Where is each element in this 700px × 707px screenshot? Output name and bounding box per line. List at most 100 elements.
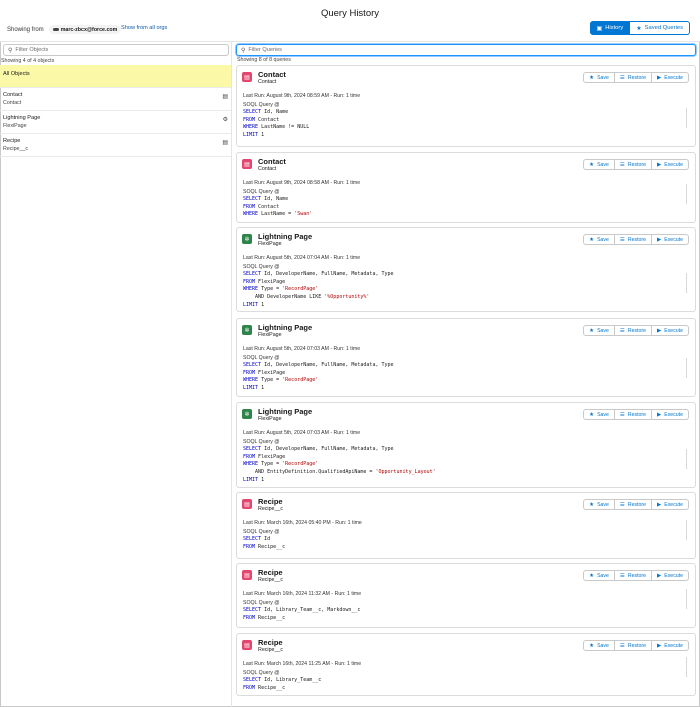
restore-label: Restore [627, 74, 647, 81]
object-item-contact[interactable]: Contact Contact ▤ [0, 88, 231, 111]
code-line: FROM Recipe__c [243, 685, 321, 693]
org-pill[interactable]: marc-zbcx@force.com [48, 25, 122, 34]
restore-button[interactable]: ☰ Restore [614, 234, 653, 245]
execute-button[interactable]: ▶ Execute [652, 72, 689, 83]
filter-objects-input[interactable]: ⚲ Filter Objects [3, 44, 229, 56]
save-label: Save [597, 501, 609, 508]
star-icon: ★ [589, 501, 595, 508]
restore-button[interactable]: ☰ Restore [614, 570, 653, 581]
execute-button[interactable]: ▶ Execute [652, 640, 689, 651]
restore-button[interactable]: ☰ Restore [614, 409, 653, 420]
code-line: FROM Recipe__c [243, 544, 285, 552]
object-panel: ⚲ Filter Objects Showing 4 of 4 objects … [0, 42, 232, 707]
show-all-orgs-link[interactable]: Show from all orgs [121, 25, 167, 31]
play-icon: ▶ [657, 501, 662, 508]
save-button[interactable]: ★ Save [583, 409, 615, 420]
object-item-all[interactable]: All Objects [0, 65, 231, 88]
object-api-name: Contact [3, 100, 22, 106]
query-actions: ★ Save ☰ Restore ▶ Execute [583, 325, 689, 336]
code-text: AND EntityDefinition.QualifiedApiName = [243, 469, 376, 476]
code-scrollbar[interactable] [686, 184, 687, 204]
execute-label: Execute [664, 411, 683, 418]
restore-button[interactable]: ☰ Restore [614, 499, 653, 510]
code-scrollbar[interactable] [686, 449, 687, 469]
object-item-lightning-page[interactable]: Lightning Page FlexiPage ⚙ [0, 111, 231, 134]
save-button[interactable]: ★ Save [583, 159, 615, 170]
code-scrollbar[interactable] [686, 273, 687, 293]
query-object-title: Recipe [258, 638, 283, 647]
code-scrollbar[interactable] [686, 520, 687, 540]
execute-button[interactable]: ▶ Execute [652, 499, 689, 510]
query-actions: ★ Save ☰ Restore ▶ Execute [583, 640, 689, 651]
execute-button[interactable]: ▶ Execute [652, 409, 689, 420]
code-string: 'Opportunity_Layout' [375, 469, 436, 476]
code-line: FROM Recipe__c [243, 615, 360, 623]
save-button[interactable]: ★ Save [583, 499, 615, 510]
save-label: Save [597, 74, 609, 81]
restore-button[interactable]: ☰ Restore [614, 72, 653, 83]
code-text: Id, DeveloperName, FullName, Metadata, T… [261, 271, 394, 277]
object-icon: ▤ [242, 640, 252, 650]
code-text: Id, Library_Team__c [261, 677, 322, 683]
code-scrollbar[interactable] [686, 108, 687, 128]
code-scrollbar[interactable] [686, 358, 687, 378]
restore-button[interactable]: ☰ Restore [614, 159, 653, 170]
lightning-page-icon: ✲ [242, 234, 252, 244]
code-scrollbar[interactable] [686, 657, 687, 677]
play-icon: ▶ [657, 74, 662, 81]
soql-code: SELECT Id, DeveloperName, FullName, Meta… [243, 446, 436, 485]
restore-label: Restore [627, 642, 647, 649]
soql-query-label: SOQL Query @ [243, 189, 280, 195]
save-button[interactable]: ★ Save [583, 72, 615, 83]
object-api-name: Recipe__c [3, 146, 29, 152]
object-api-name: FlexiPage [3, 123, 27, 129]
restore-button[interactable]: ☰ Restore [614, 640, 653, 651]
execute-label: Execute [664, 161, 683, 168]
view-toggle: ▣ History ★ Saved Queries [589, 21, 690, 35]
query-card: ▤ Contact Contact ★ Save ☰ Restore ▶ Execute Last… [236, 152, 696, 223]
last-run-text: Last Run: March 16th, 2024 11:32 AM - Ru… [243, 591, 362, 597]
header: Query History Showing from marc-zbcx@for… [0, 0, 700, 42]
code-line: LIMIT 1 [243, 132, 309, 140]
code-text: Contact [255, 203, 280, 210]
query-object-api: Contact [258, 79, 277, 85]
restore-button[interactable]: ☰ Restore [614, 325, 653, 336]
restore-label: Restore [627, 236, 647, 243]
execute-label: Execute [664, 572, 683, 579]
execute-label: Execute [664, 74, 683, 81]
soql-query-label: SOQL Query @ [243, 600, 280, 606]
code-line: LIMIT 1 [243, 477, 436, 485]
code-line: WHERE Type = 'RecordPage' [243, 286, 394, 294]
code-keyword: SELECT [243, 362, 262, 368]
save-button[interactable]: ★ Save [583, 570, 615, 581]
object-item-recipe[interactable]: Recipe Recipe__c ▤ [0, 134, 231, 157]
save-button[interactable]: ★ Save [583, 640, 615, 651]
execute-button[interactable]: ▶ Execute [652, 159, 689, 170]
query-object-title: Lightning Page [258, 407, 313, 416]
code-line: SELECT Id, Library_Team__c, Markdown__c [243, 607, 360, 615]
code-text: Type = [258, 461, 283, 468]
clipboard-icon: ▤ [222, 140, 228, 146]
object-icon: ▤ [242, 570, 252, 580]
filter-queries-placeholder: Filter Queries [248, 47, 282, 53]
code-keyword: SELECT [243, 109, 262, 115]
code-string: 'RecordPage' [282, 286, 319, 293]
execute-button[interactable]: ▶ Execute [652, 325, 689, 336]
code-scrollbar[interactable] [686, 589, 687, 609]
object-icon: ▤ [242, 72, 252, 82]
star-icon: ★ [589, 161, 595, 168]
save-button[interactable]: ★ Save [583, 325, 615, 336]
object-name: Contact [3, 92, 23, 98]
code-keyword: LIMIT [243, 301, 259, 308]
execute-button[interactable]: ▶ Execute [652, 570, 689, 581]
restore-label: Restore [627, 501, 647, 508]
save-button[interactable]: ★ Save [583, 234, 615, 245]
code-line: SELECT Id, DeveloperName, FullName, Meta… [243, 446, 436, 454]
filter-queries-input[interactable]: ⚲ Filter Queries [236, 44, 696, 56]
saved-queries-button[interactable]: ★ Saved Queries [630, 21, 690, 35]
history-button[interactable]: ▣ History [589, 21, 631, 35]
query-card: ▤ Recipe Recipe__c ★ Save ☰ Restore ▶ Execute Las… [236, 563, 696, 628]
code-keyword: SELECT [243, 446, 262, 452]
execute-button[interactable]: ▶ Execute [652, 234, 689, 245]
code-text: Id, Name [261, 196, 289, 202]
